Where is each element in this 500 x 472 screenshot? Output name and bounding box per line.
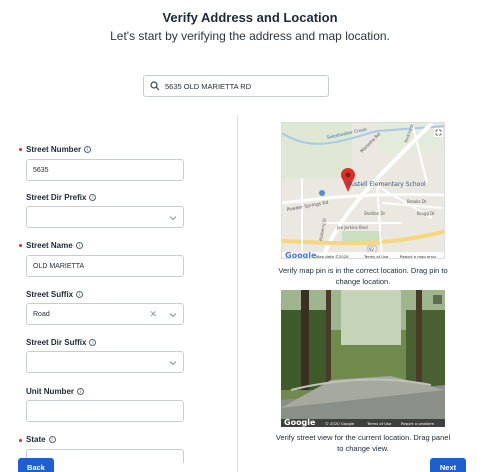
info-icon[interactable]: i: [89, 339, 97, 346]
map-canvas: Austell Elementary School Powder Springs…: [282, 123, 444, 259]
map-label-road: Joe Jerkins Blvd: [336, 225, 368, 230]
map-label-road: Shelton Dr: [364, 211, 386, 216]
info-icon[interactable]: i: [77, 388, 84, 395]
info-icon[interactable]: i: [48, 436, 56, 443]
street-view-terms-link[interactable]: Terms of Use: [366, 421, 392, 426]
street-dir-suffix-select[interactable]: [26, 351, 184, 373]
map-data-text: Map data ©2020: [316, 254, 349, 259]
street-dir-prefix-select[interactable]: [26, 206, 184, 228]
street-suffix-select[interactable]: Road ✕: [26, 303, 184, 325]
back-button[interactable]: Back: [18, 458, 54, 472]
clear-icon[interactable]: ✕: [149, 309, 157, 320]
street-number-label: Street Number i: [26, 145, 92, 154]
next-button[interactable]: Next: [430, 458, 466, 472]
street-dir-prefix-label: Street Dir Prefix i: [26, 193, 97, 202]
google-logo: Google: [285, 251, 317, 259]
fullscreen-icon[interactable]: [433, 295, 442, 304]
map-terms-link[interactable]: Terms of Use: [363, 254, 389, 259]
street-dir-suffix-label: Street Dir Suffix i: [26, 338, 97, 347]
chevron-down-icon: [169, 313, 177, 318]
google-logo: Google: [284, 418, 316, 427]
map-report-link[interactable]: Report a map error: [400, 254, 437, 259]
address-form: Street Number i 5635 Street Dir Prefix i…: [0, 0, 237, 472]
info-icon[interactable]: i: [84, 146, 92, 153]
map-label-road: Brooks Dr: [407, 199, 427, 204]
verify-address-page: Verify Address and Location Let's start …: [0, 0, 500, 472]
street-view-panel[interactable]: Google © 2020 Google Terms of Use Report…: [281, 290, 445, 427]
chevron-down-icon: [169, 216, 177, 221]
map-label-road: Bragg Dr: [417, 211, 435, 216]
street-number-input[interactable]: 5635: [26, 159, 184, 181]
street-view-caption: Verify street view for the current locat…: [275, 433, 451, 453]
street-view-canvas: Google © 2020 Google Terms of Use Report…: [281, 290, 445, 427]
map-shield-label: 92: [369, 247, 375, 252]
info-icon[interactable]: i: [75, 242, 83, 249]
unit-number-input[interactable]: [26, 400, 184, 422]
location-panel: Austell Elementary School Powder Springs…: [238, 115, 500, 472]
required-indicator: [19, 244, 22, 247]
street-view-copyright: © 2020 Google: [325, 421, 355, 426]
map-view[interactable]: Austell Elementary School Powder Springs…: [281, 122, 445, 259]
street-name-input[interactable]: OLD MARIETTA: [26, 255, 184, 277]
map-label-school: Austell Elementary School: [347, 181, 426, 188]
info-icon[interactable]: i: [89, 194, 97, 201]
state-label: State i: [26, 435, 56, 444]
required-indicator: [19, 148, 22, 151]
unit-number-label: Unit Number i: [26, 387, 84, 396]
map-caption: Verify map pin is in the correct locatio…: [278, 266, 448, 286]
chevron-down-icon: [169, 361, 177, 366]
info-icon[interactable]: i: [76, 291, 84, 298]
street-name-label: Street Name i: [26, 241, 83, 250]
required-indicator: [19, 439, 22, 442]
street-view-report-link[interactable]: Report a problem: [401, 421, 434, 426]
street-suffix-label: Street Suffix i: [26, 290, 84, 299]
fullscreen-icon[interactable]: [434, 128, 443, 137]
